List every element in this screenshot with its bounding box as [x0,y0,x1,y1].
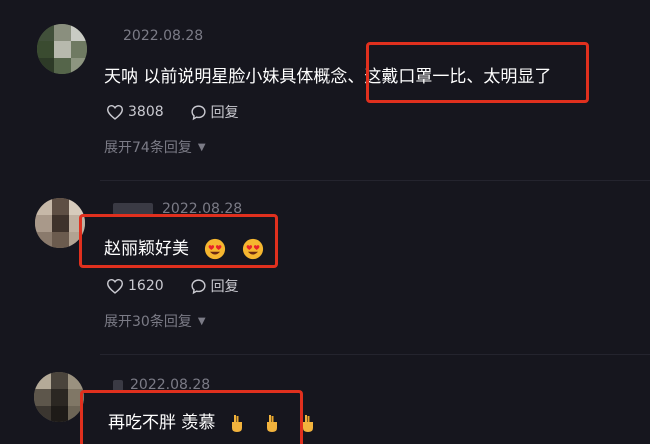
comment-text-part: 天呐 以前说明星脸小妹具体概念、 [104,67,365,87]
comment-date: 2022.08.28 [130,377,211,393]
heart-eyes-icon [205,238,226,260]
avatar[interactable] [37,24,87,74]
divider [100,354,650,355]
comment-item: 2022.08.28 天呐 以前说明星脸小妹具体概念、这戴口罩一比、太明显了 3… [0,0,650,180]
username-redacted [113,203,153,215]
comment-bubble-icon [191,278,206,294]
expand-replies-label: 展开74条回复 [104,140,192,156]
reply-label: 回复 [210,279,239,295]
comment-text: 天呐 以前说明星脸小妹具体概念、这戴口罩一比、太明显了 [104,62,551,87]
comment-date: 2022.08.28 [123,28,204,44]
comment-actions: 3808 回复 [106,102,265,122]
comment-text: 赵丽颖好美 [104,234,264,260]
comment-text: 再吃不胖 羡慕 [108,408,316,433]
avatar[interactable] [34,372,84,422]
expand-replies-label: 展开30条回复 [104,314,192,330]
chevron-down-icon: ▼ [197,315,206,327]
avatar[interactable] [35,198,85,248]
heart-eyes-icon [242,238,263,260]
reply-label: 回复 [210,105,239,121]
reply-button[interactable]: 回复 [190,102,239,122]
heart-icon [106,104,124,120]
fingers-crossed-icon [302,415,313,432]
like-count: 3808 [128,104,164,120]
comment-text-part: 赵丽颖好美 [104,239,189,259]
expand-replies[interactable]: 展开74条回复 ▼ [104,137,206,157]
comment-actions: 1620 回复 [106,276,265,296]
fingers-crossed-icon [231,415,242,432]
like-count: 1620 [128,278,164,294]
comment-bubble-icon [191,104,206,120]
heart-icon [106,278,124,294]
comment-text-part: 再吃不胖 羡慕 [108,413,216,433]
chevron-down-icon: ▼ [197,141,206,153]
username-redacted [113,380,123,392]
like-button[interactable]: 3808 [106,104,164,120]
fingers-crossed-icon [267,415,278,432]
like-button[interactable]: 1620 [106,278,164,294]
comment-text-part: 这戴口罩一比、太明显了 [364,67,552,87]
divider [100,180,650,181]
comment-date: 2022.08.28 [162,201,243,217]
expand-replies[interactable]: 展开30条回复 ▼ [104,311,206,331]
reply-button[interactable]: 回复 [190,276,239,296]
